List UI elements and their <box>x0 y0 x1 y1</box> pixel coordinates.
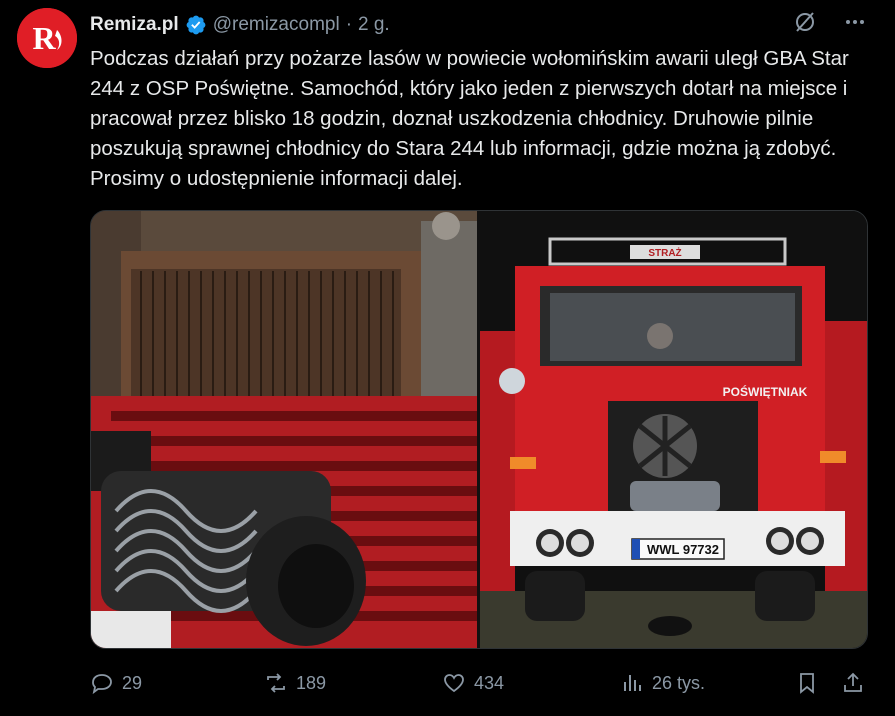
svg-text:R: R <box>32 20 56 56</box>
verified-badge-icon <box>186 15 206 35</box>
separator-dot: · <box>345 14 353 35</box>
tweet-text: Podczas działań przy pożarze lasów w pow… <box>90 47 849 190</box>
views-count: 26 tys. <box>652 672 706 693</box>
share-icon <box>844 672 862 692</box>
remiza-logo-icon: R <box>17 8 77 68</box>
svg-text:WWL 97732: WWL 97732 <box>647 542 719 557</box>
media-grid[interactable]: STRAŻ POŚWIĘTNIAK WWL 97732 <box>90 210 868 649</box>
repost-button[interactable]: 189 <box>264 671 326 695</box>
fire-truck-photo[interactable]: STRAŻ POŚWIĘTNIAK WWL 97732 <box>480 211 867 648</box>
share-button[interactable] <box>841 671 865 695</box>
reply-button[interactable]: 29 <box>90 671 142 695</box>
views-button[interactable]: 26 tys. <box>620 671 705 695</box>
tweet-header: Remiza.pl @remizacompl · 2 g. <box>90 12 390 38</box>
avatar[interactable]: R <box>17 8 77 68</box>
like-button[interactable]: 434 <box>442 671 504 695</box>
like-count: 434 <box>474 672 505 693</box>
svg-text:POŚWIĘTNIAK: POŚWIĘTNIAK <box>723 384 808 399</box>
more-options-icon[interactable] <box>843 10 867 34</box>
heart-icon <box>444 674 464 693</box>
svg-text:STRAŻ: STRAŻ <box>648 246 681 259</box>
header-actions <box>793 10 867 34</box>
tweet-actions: 29 189 434 26 tys. <box>90 668 870 698</box>
tweet: R Remiza.pl @remizacompl · 2 g. Podczas … <box>0 0 895 716</box>
post-time[interactable]: 2 g. <box>358 14 390 36</box>
bookmark-button[interactable] <box>795 671 819 695</box>
author-name[interactable]: Remiza.pl <box>90 14 179 36</box>
bookmark-icon <box>800 673 814 694</box>
author-handle[interactable]: @remizacompl <box>213 14 340 36</box>
radiator-winch-photo[interactable] <box>91 211 477 648</box>
views-chart-icon <box>624 675 641 691</box>
repost-icon <box>267 673 285 693</box>
grok-icon[interactable] <box>793 10 817 34</box>
reply-icon <box>92 674 112 695</box>
repost-count: 189 <box>296 672 327 693</box>
reply-count: 29 <box>122 672 143 693</box>
